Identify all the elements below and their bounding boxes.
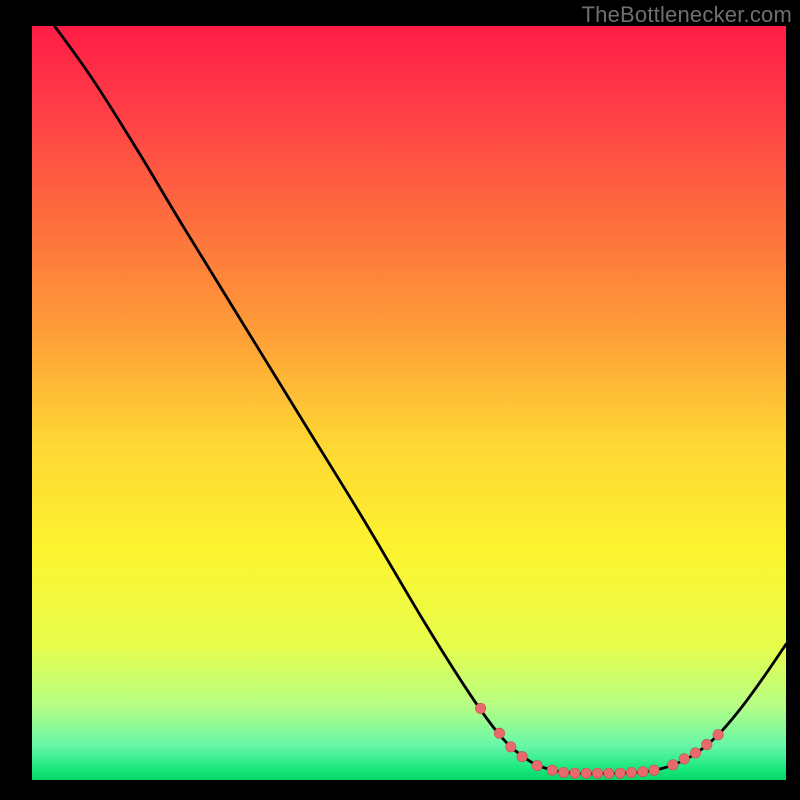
curve-marker (517, 751, 527, 761)
gradient-plot-area (32, 26, 786, 780)
chart-frame: TheBottlenecker.com (0, 0, 800, 800)
curve-marker (702, 739, 712, 749)
curve-marker (532, 760, 542, 770)
curve-marker (690, 748, 700, 758)
curve-marker (592, 768, 602, 778)
watermark-text: TheBottlenecker.com (582, 2, 792, 28)
curve-marker (558, 767, 568, 777)
gradient-background (32, 26, 786, 780)
curve-marker (638, 767, 648, 777)
curve-marker (615, 768, 625, 778)
curve-marker (570, 768, 580, 778)
curve-marker (679, 754, 689, 764)
curve-marker (626, 767, 636, 777)
curve-marker (668, 760, 678, 770)
curve-marker (713, 730, 723, 740)
curve-marker (604, 768, 614, 778)
curve-marker (475, 703, 485, 713)
curve-marker (547, 765, 557, 775)
curve-marker (649, 765, 659, 775)
curve-marker (494, 728, 504, 738)
curve-marker (581, 768, 591, 778)
curve-marker (506, 742, 516, 752)
plot-svg (32, 26, 786, 780)
